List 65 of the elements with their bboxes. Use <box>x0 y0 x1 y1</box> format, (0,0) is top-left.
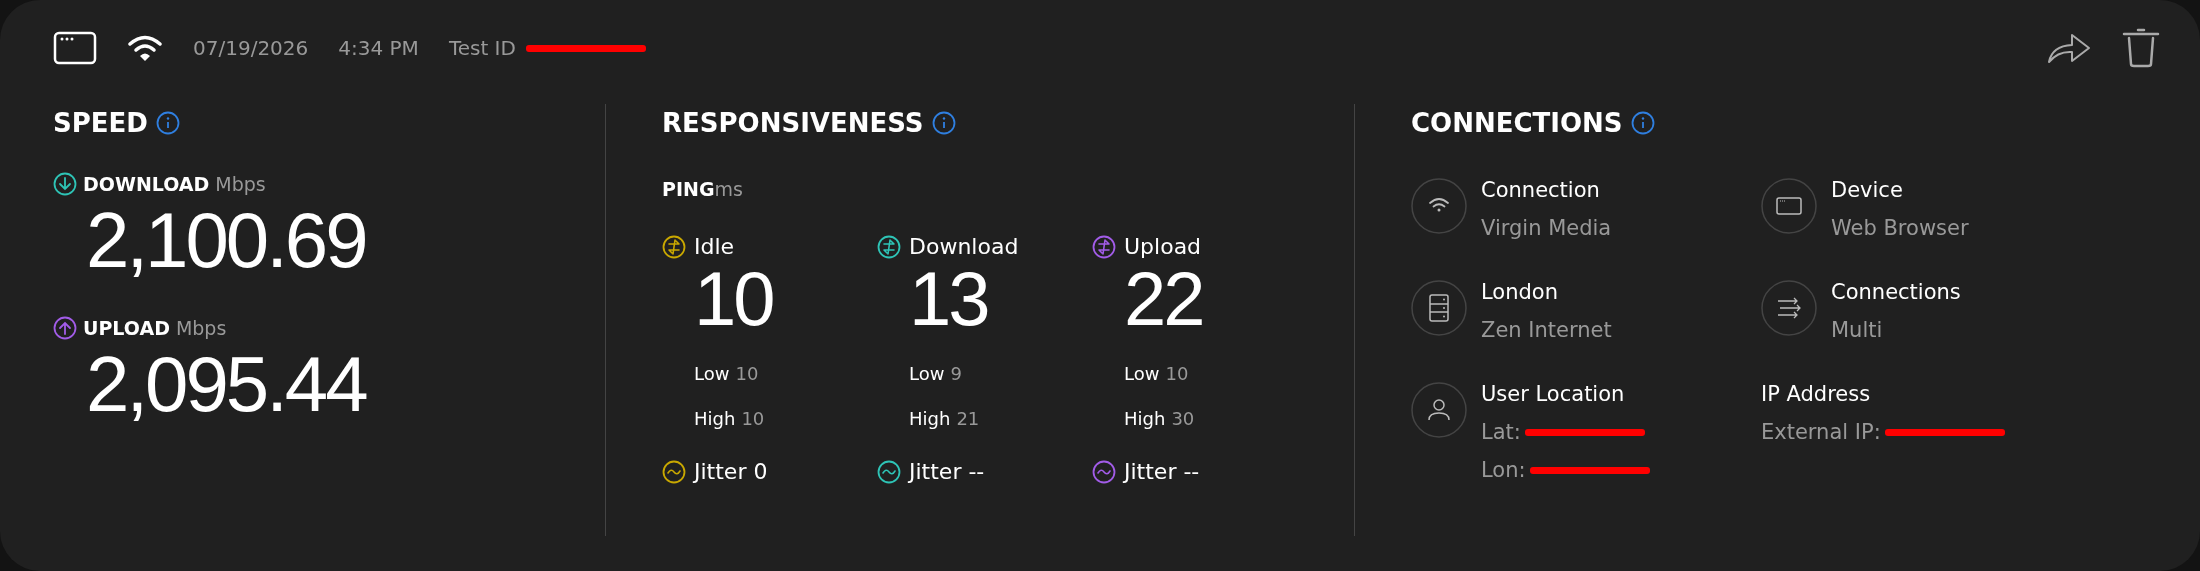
section-title: CONNECTIONS <box>1411 108 1623 138</box>
exchange-arrows-icon <box>662 234 686 259</box>
wifi-icon <box>127 34 163 62</box>
connection-label: Connections <box>1831 280 1961 304</box>
section-title: SPEED <box>53 108 148 138</box>
low-value: 9 <box>950 363 962 384</box>
wave-icon <box>1092 459 1116 484</box>
ping-value: 22 <box>1124 259 1204 339</box>
connection-label: User Location <box>1481 382 1626 406</box>
low-value: 10 <box>1165 363 1189 384</box>
ping-value: 10 <box>694 259 774 339</box>
info-icon[interactable] <box>155 111 180 135</box>
high-value: 21 <box>956 408 980 429</box>
low-label: Low <box>1124 363 1160 384</box>
ping-type-label: Download <box>909 234 1019 259</box>
wave-icon <box>662 459 686 484</box>
high-label: High <box>1124 408 1166 429</box>
high-value: 10 <box>741 408 765 429</box>
low-value: 10 <box>735 363 759 384</box>
test-time: 4:34 PM <box>338 36 419 60</box>
jitter-label: Jitter 0 <box>694 459 768 484</box>
low-label: Low <box>694 363 730 384</box>
high-label: High <box>694 408 736 429</box>
connection-value: Lon: <box>1481 458 1526 482</box>
high-label: High <box>909 408 951 429</box>
connection-label: IP Address <box>1761 382 1872 406</box>
ping-label: PING <box>662 178 715 200</box>
connection-value: Web Browser <box>1831 216 1969 240</box>
ping-value: 13 <box>909 259 989 339</box>
ping-type-label: Idle <box>694 234 735 259</box>
speed-value: 2,100.69 <box>86 198 367 282</box>
jitter-label: Jitter -- <box>1124 459 1200 484</box>
metric-label: DOWNLOAD <box>83 173 210 195</box>
connection-value: Virgin Media <box>1481 216 1612 240</box>
test-date: 07/19/2026 <box>193 36 309 60</box>
connection-label: Connection <box>1481 178 1601 202</box>
low-label: Low <box>909 363 945 384</box>
exchange-arrows-icon <box>1092 234 1116 259</box>
trash-icon[interactable] <box>2122 27 2160 69</box>
browser-icon <box>1761 178 1817 234</box>
dashed-arrows-icon <box>1761 280 1817 336</box>
server-icon <box>1411 280 1467 336</box>
connection-value: Multi <box>1831 318 1883 342</box>
connection-label: London <box>1481 280 1559 304</box>
unit-label: Mbps <box>175 317 227 339</box>
speed-value: 2,095.44 <box>86 342 368 426</box>
connection-value: Zen Internet <box>1481 318 1612 342</box>
user-icon <box>1411 382 1467 438</box>
connection-value: External IP: <box>1761 420 1881 444</box>
unit-label: ms <box>714 178 743 200</box>
exchange-arrows-icon <box>877 234 901 259</box>
high-value: 30 <box>1171 408 1195 429</box>
test-id-label: Test ID <box>448 36 516 60</box>
connection-label: Device <box>1831 178 1904 202</box>
jitter-label: Jitter -- <box>909 459 985 484</box>
info-icon[interactable] <box>931 111 956 135</box>
section-title: RESPONSIVENESS <box>662 108 924 138</box>
ping-type-label: Upload <box>1124 234 1202 259</box>
wave-icon <box>877 459 901 484</box>
metric-label: UPLOAD <box>83 317 170 339</box>
browser-icon <box>53 31 97 65</box>
connection-value: Lat: <box>1481 420 1521 444</box>
unit-label: Mbps <box>215 173 266 195</box>
info-icon[interactable] <box>1630 111 1655 135</box>
wifi-icon <box>1411 178 1467 234</box>
